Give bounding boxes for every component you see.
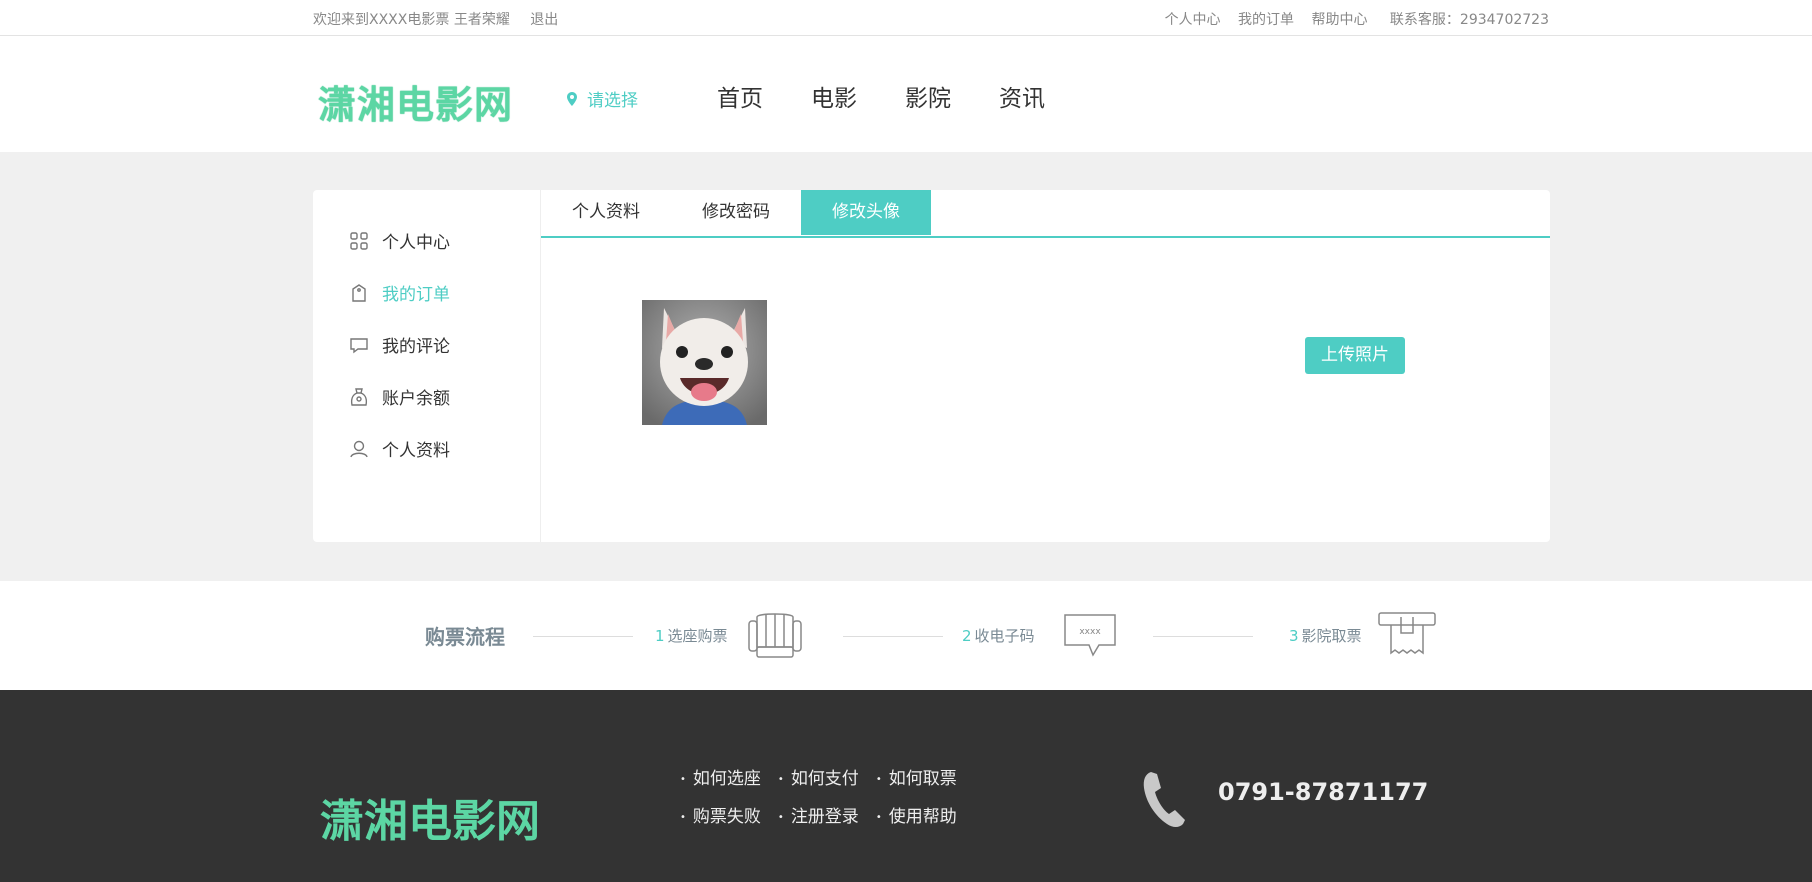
ticket-machine-icon [1378,612,1436,655]
sidebar-item-label: 个人中心 [382,233,450,253]
process-step-3: 3 影院取票 [1289,625,1362,646]
sidebar-item-user-center[interactable]: 个人中心 [349,228,450,253]
seat-icon [748,613,802,658]
top-link-my-orders[interactable]: 我的订单 [1238,12,1294,28]
grid-icon [350,231,368,250]
footer-link-pickup[interactable]: 如何取票 [876,764,957,789]
dog-photo [642,300,767,425]
phone-icon [1143,772,1185,827]
top-bar-right: 个人中心 我的订单 帮助中心 联系客服：2934702723 [1152,9,1549,29]
account-card: 个人中心 我的订单 我的评论 账户余额 个人资料 个人资料 修改密码 修改头像 … [313,190,1550,542]
nav-movies[interactable]: 电影 [811,79,857,113]
sidebar-item-balance[interactable]: 账户余额 [349,384,450,409]
top-link-user-center[interactable]: 个人中心 [1165,12,1221,28]
footer-link-help[interactable]: 使用帮助 [876,802,957,827]
step-label: 选座购票 [667,627,728,645]
step-number: 1 [655,627,665,645]
step-label: 影院取票 [1301,627,1362,645]
site-logo[interactable]: 潇湘电影网 [318,74,513,129]
tab-change-avatar[interactable]: 修改头像 [801,190,931,235]
step-label: 收电子码 [974,627,1035,645]
code-message-icon: xxxx [1064,614,1116,657]
sidebar-item-label: 个人资料 [382,441,450,461]
sidebar-item-my-comments[interactable]: 我的评论 [349,332,450,357]
nav-home[interactable]: 首页 [717,79,763,113]
process-step-1: 1 选座购票 [655,625,728,646]
footer-link-register-login[interactable]: 注册登录 [778,802,859,827]
footer: 潇湘电影网 如何选座 如何支付 如何取票 购票失败 注册登录 使用帮助 0791… [0,690,1812,882]
footer-links: 如何选座 如何支付 如何取票 购票失败 注册登录 使用帮助 [680,764,974,840]
footer-link-purchase-failed[interactable]: 购票失败 [680,802,761,827]
welcome-text: 欢迎来到XXXX电影票 王者荣耀 [313,12,510,28]
comment-icon [350,337,368,353]
wallet-icon [350,387,368,406]
phone-number: 0791-87871177 [1218,778,1429,806]
nav-news[interactable]: 资讯 [999,79,1045,113]
top-link-help[interactable]: 帮助中心 [1311,12,1367,28]
footer-link-payment[interactable]: 如何支付 [778,764,859,789]
service-contact: 联系客服：2934702723 [1389,12,1549,28]
svg-text:xxxx: xxxx [1079,627,1101,637]
content-panel: 个人资料 修改密码 修改头像 上传照片 [541,190,1550,542]
sidebar-item-label: 我的评论 [382,337,450,357]
main-nav: 首页 电影 影院 资讯 [717,79,1093,113]
process-title: 购票流程 [425,625,505,649]
user-icon [350,440,368,457]
header: 潇湘电影网 请选择 首页 电影 影院 资讯 [0,36,1812,152]
purchase-process: 购票流程 1 选座购票 2 收电子码 xxxx 3 影院取票 [0,581,1812,690]
tab-profile[interactable]: 个人资料 [541,190,671,235]
logout-link[interactable]: 退出 [530,12,558,28]
nav-cinemas[interactable]: 影院 [905,79,951,113]
sidebar-item-label: 账户余额 [382,389,450,409]
process-divider [533,636,633,637]
sidebar-item-profile[interactable]: 个人资料 [349,436,450,461]
tab-bar: 个人资料 修改密码 修改头像 [541,190,1550,238]
sidebar-item-label: 我的订单 [382,285,450,305]
city-label: 请选择 [587,91,638,111]
location-pin-icon [567,91,577,106]
upload-photo-button[interactable]: 上传照片 [1305,337,1405,374]
process-divider [843,636,943,637]
step-number: 3 [1289,627,1299,645]
top-bar-left: 欢迎来到XXXX电影票 王者荣耀 退出 [313,9,574,29]
sidebar-item-my-orders[interactable]: 我的订单 [349,280,450,305]
city-selector[interactable]: 请选择 [567,86,638,111]
account-sidebar: 个人中心 我的订单 我的评论 账户余额 个人资料 [313,190,541,542]
step-number: 2 [962,627,972,645]
footer-logo: 潇湘电影网 [320,796,540,847]
process-step-2: 2 收电子码 [962,625,1035,646]
tag-icon [352,283,366,302]
process-divider [1153,636,1253,637]
top-bar: 欢迎来到XXXX电影票 王者荣耀 退出 个人中心 我的订单 帮助中心 联系客服：… [0,0,1812,36]
tab-change-password[interactable]: 修改密码 [671,190,801,235]
footer-link-select-seat[interactable]: 如何选座 [680,764,761,789]
avatar-image [642,300,767,425]
